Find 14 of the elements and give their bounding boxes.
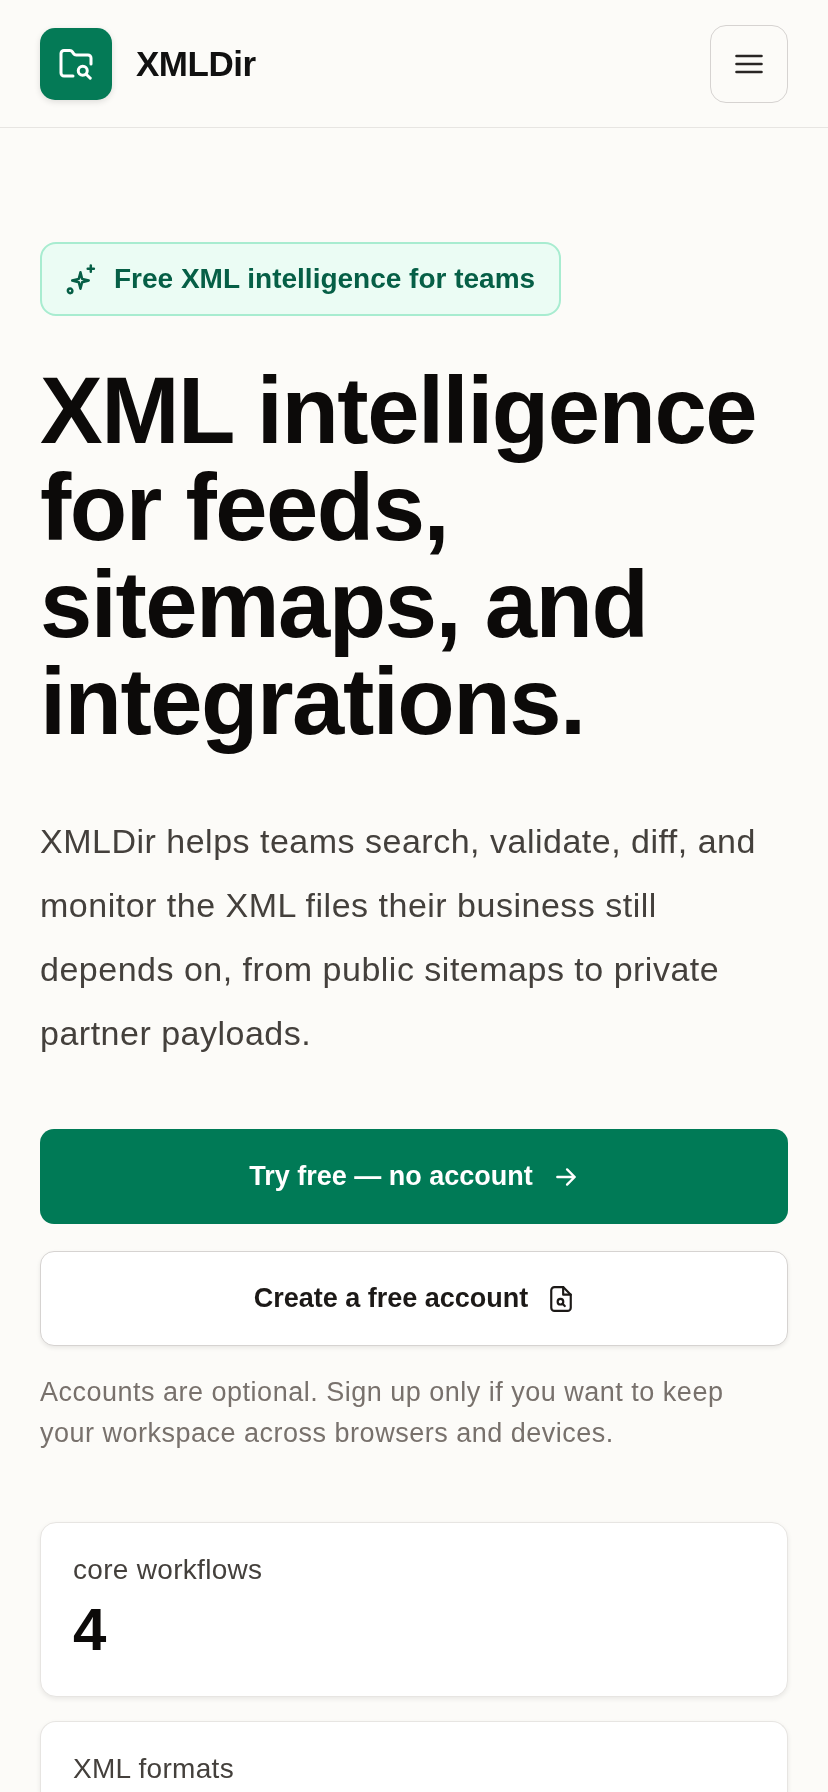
account-note: Accounts are optional. Sign up only if you want to keep your workspace across browsers and devices. xyxy=(40,1376,725,1450)
menu-icon xyxy=(735,53,763,74)
stat-label: core workflows xyxy=(73,1553,264,1587)
brand-name[interactable]: XMLDir xyxy=(136,43,256,84)
stat-label: XML formats xyxy=(73,1752,235,1786)
stat-value: 4 xyxy=(73,1598,108,1662)
menu-button[interactable] xyxy=(710,24,788,103)
folder-search-icon[interactable] xyxy=(40,27,112,100)
try-free-button[interactable]: Try free — no account xyxy=(40,1129,788,1224)
create-account-button[interactable]: Create a free account xyxy=(40,1251,788,1346)
sparkle-icon xyxy=(66,263,97,295)
hero-description: XMLDir helps teams search, validate, diff, and monitor the XML files their business still depends on, from public sitemaps to private partner payloads. xyxy=(40,821,757,1054)
badge-text: Free XML intelligence for teams xyxy=(114,263,536,295)
file-search-icon xyxy=(548,1285,575,1312)
